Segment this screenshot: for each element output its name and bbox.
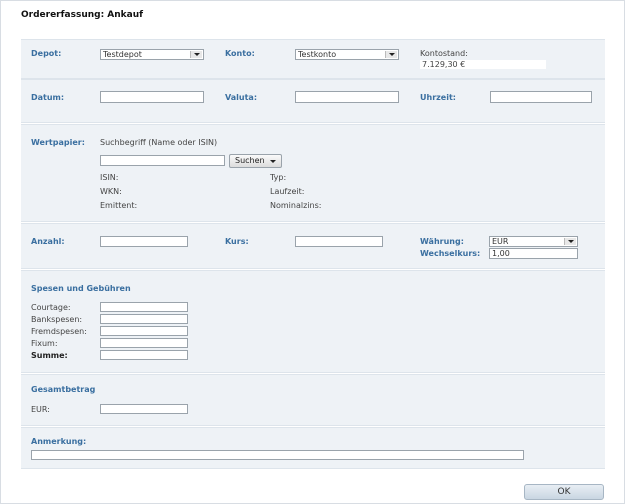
search-button-label: Suchen — [235, 156, 265, 165]
konto-select-value: Testkonto — [298, 50, 337, 59]
valuta-input[interactable] — [295, 91, 399, 103]
anzahl-input[interactable] — [100, 236, 188, 247]
fixum-input[interactable] — [100, 338, 188, 348]
wechselkurs-input[interactable]: 1,00 — [489, 248, 578, 259]
section-anmerkung — [21, 427, 605, 469]
nominalzins-label: Nominalzins: — [270, 201, 322, 210]
section-gesamtbetrag — [21, 374, 605, 426]
anzahl-label: Anzahl: — [31, 237, 65, 246]
gesamtbetrag-input[interactable] — [100, 404, 188, 414]
caret-down-icon — [270, 160, 276, 163]
chevron-down-icon — [564, 238, 576, 245]
datum-input[interactable] — [100, 91, 204, 103]
isin-label: ISIN: — [100, 173, 119, 182]
waehrung-select[interactable]: EUR — [489, 236, 578, 247]
summe-input[interactable] — [100, 350, 188, 360]
wertpapier-label: Wertpapier: — [31, 138, 85, 147]
emittent-label: Emittent: — [100, 201, 138, 210]
typ-label: Typ: — [270, 173, 287, 182]
kontostand-label: Kontostand: — [420, 49, 468, 58]
wertpapier-search-input[interactable] — [100, 155, 225, 166]
fremdspesen-label: Fremdspesen: — [31, 327, 87, 336]
fremdspesen-input[interactable] — [100, 326, 188, 336]
kurs-input[interactable] — [295, 236, 383, 247]
bankspesen-input[interactable] — [100, 314, 188, 324]
konto-select[interactable]: Testkonto — [295, 49, 399, 60]
wkn-label: WKN: — [100, 187, 122, 196]
uhrzeit-label: Uhrzeit: — [420, 93, 456, 102]
laufzeit-label: Laufzeit: — [270, 187, 305, 196]
wertpapier-hint: Suchbegriff (Name oder ISIN) — [100, 138, 218, 147]
uhrzeit-input[interactable] — [490, 91, 592, 103]
fixum-label: Fixum: — [31, 339, 58, 348]
kurs-label: Kurs: — [225, 237, 249, 246]
spesen-heading: Spesen und Gebühren — [31, 284, 131, 293]
waehrung-label: Währung: — [420, 237, 464, 246]
courtage-label: Courtage: — [31, 303, 71, 312]
wechselkurs-label: Wechselkurs: — [420, 249, 481, 258]
waehrung-select-value: EUR — [492, 237, 509, 246]
dialog-title: Ordererfassung: Ankauf — [21, 10, 144, 20]
konto-label: Konto: — [225, 49, 255, 58]
datum-label: Datum: — [31, 93, 65, 102]
courtage-input[interactable] — [100, 302, 188, 312]
summe-label: Summe: — [31, 351, 68, 360]
gesamtbetrag-currency-label: EUR: — [31, 405, 50, 414]
search-button[interactable]: Suchen — [229, 154, 282, 168]
kontostand-value: 7.129,30 € — [420, 60, 546, 69]
bankspesen-label: Bankspesen: — [31, 315, 83, 324]
depot-select[interactable]: Testdepot — [100, 49, 204, 60]
valuta-label: Valuta: — [225, 93, 258, 102]
depot-label: Depot: — [31, 49, 62, 58]
chevron-down-icon — [190, 51, 202, 58]
gesamtbetrag-heading: Gesamtbetrag — [31, 385, 96, 394]
anmerkung-input[interactable] — [31, 450, 524, 460]
ok-button[interactable]: OK — [524, 484, 604, 500]
depot-select-value: Testdepot — [103, 50, 142, 59]
anmerkung-label: Anmerkung: — [31, 437, 87, 446]
chevron-down-icon — [385, 51, 397, 58]
